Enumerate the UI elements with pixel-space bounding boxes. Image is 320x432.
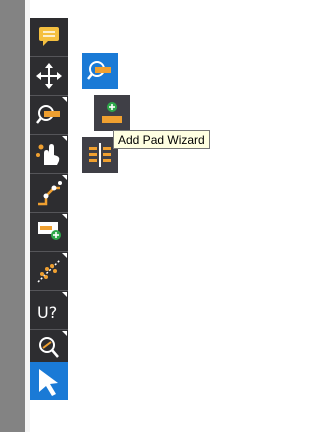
toolbar-button-route[interactable]: [30, 174, 68, 212]
toolbar-button-touch[interactable]: [30, 135, 68, 173]
flyout-indicator-icon: [62, 214, 67, 219]
move-icon: [36, 63, 62, 89]
flyout-button-add-pad-wizard[interactable]: [94, 95, 130, 131]
toolbar-button-ratsnest[interactable]: [30, 252, 68, 290]
zoom-pad-icon: [87, 61, 111, 80]
flyout-indicator-icon: [62, 136, 67, 141]
flyout-indicator-icon: [62, 175, 67, 180]
side-panel-edge: [0, 0, 25, 432]
tooltip: Add Pad Wizard: [113, 130, 210, 149]
toolbar-button-move[interactable]: [30, 57, 68, 95]
svg-text:U?: U?: [37, 303, 57, 322]
toolbar-button-zoom-pad[interactable]: [30, 96, 68, 134]
select-cursor-icon: [39, 369, 58, 396]
flyout-button-zoom-pad[interactable]: [82, 53, 118, 89]
flyout-indicator-icon: [62, 292, 67, 297]
toolbar-button-unrouted[interactable]: U?: [30, 291, 68, 329]
flyout-indicator-icon: [62, 97, 67, 102]
add-pad-wizard-icon: [102, 102, 122, 123]
app-canvas: U? Add Pad Wizard: [0, 0, 240, 432]
toolbar-button-select[interactable]: [30, 362, 68, 400]
flyout-indicator-icon: [62, 253, 67, 258]
toolbar-button-comment[interactable]: [30, 18, 68, 56]
flyout-indicator-icon: [62, 331, 67, 336]
comment-icon: [39, 27, 59, 46]
toolbar-button-add-pad[interactable]: [30, 213, 68, 251]
